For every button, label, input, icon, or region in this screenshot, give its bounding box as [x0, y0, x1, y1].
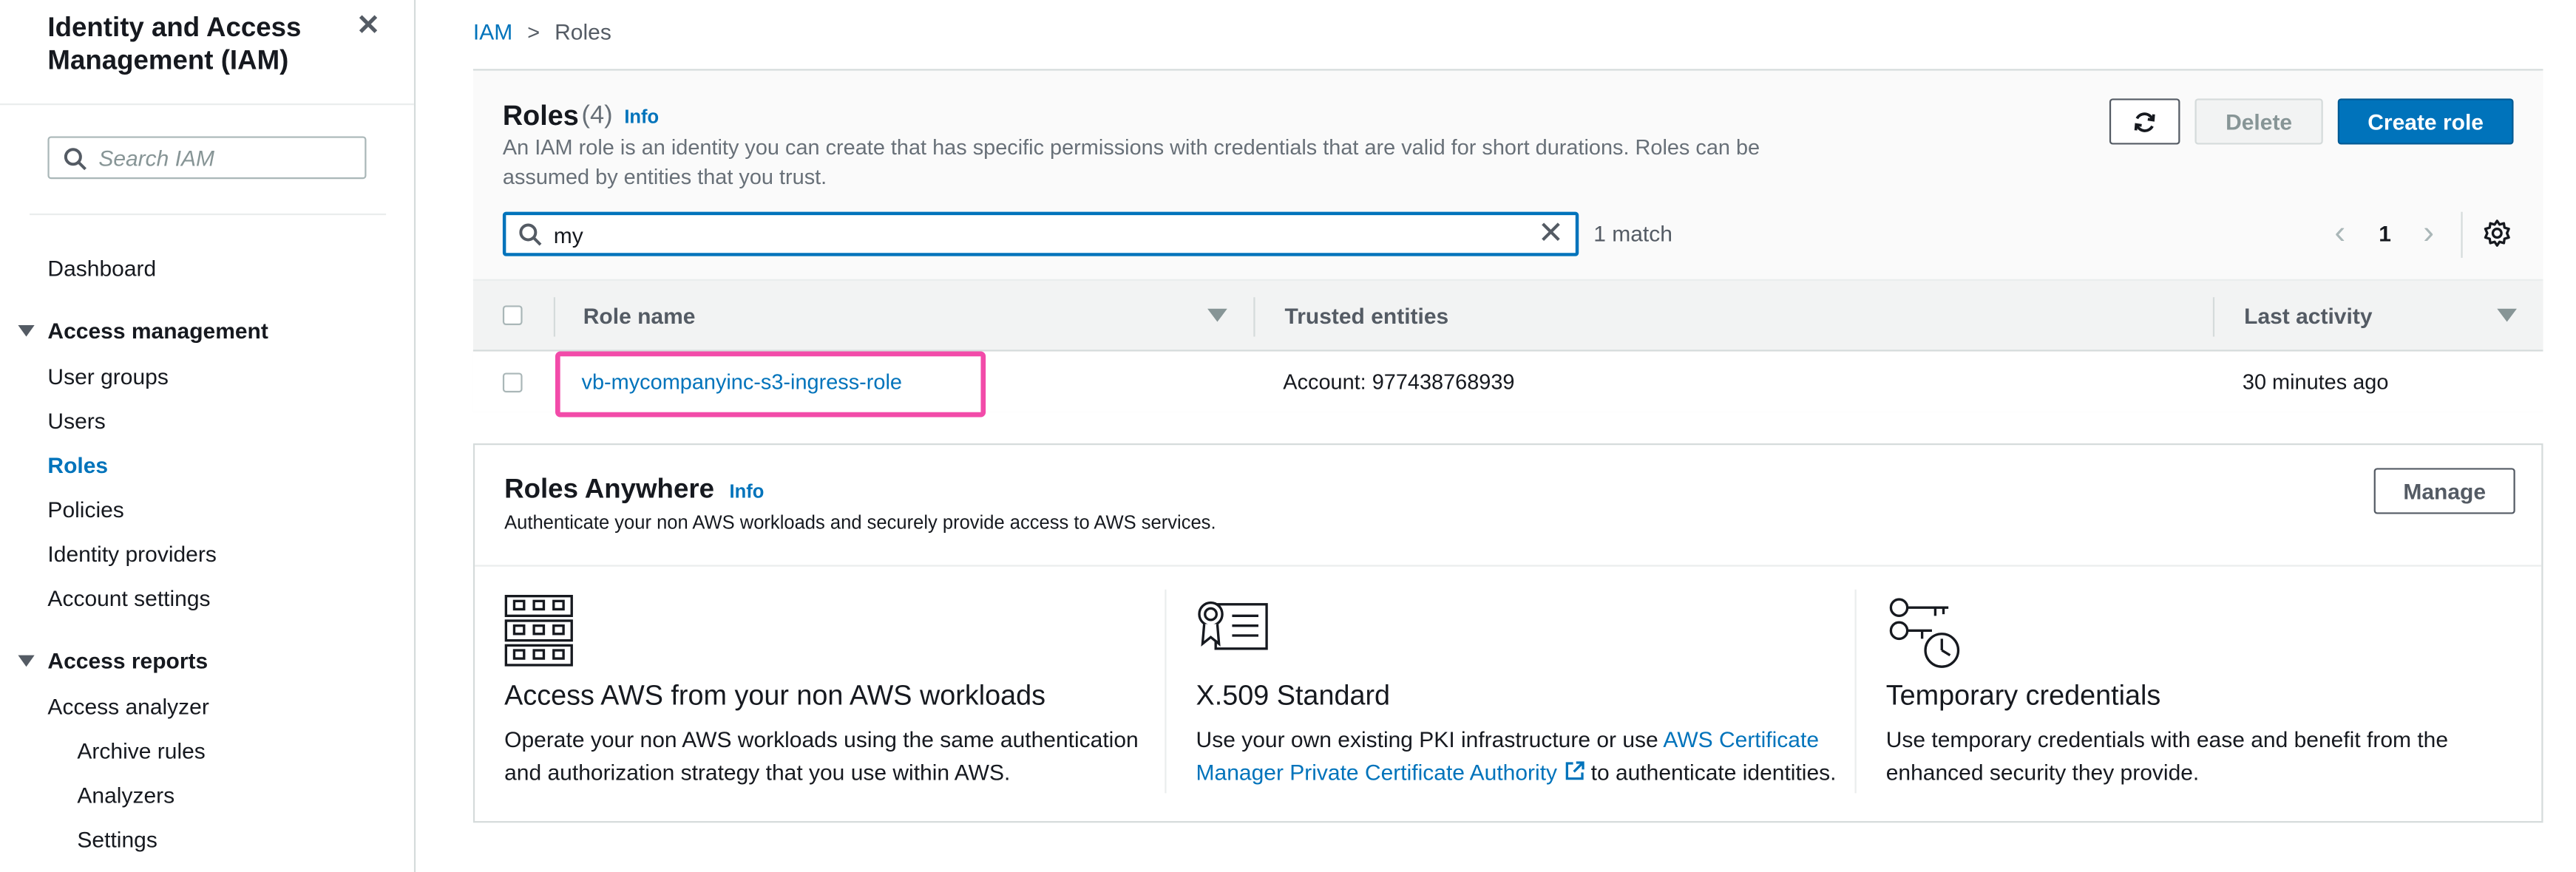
roles-anywhere-title: Roles Anywhere [504, 474, 715, 505]
page-number[interactable]: 1 [2379, 222, 2391, 246]
table-row: vb-mycompanyinc-s3-ingress-role Account:… [472, 351, 2543, 412]
sidebar-item-policies[interactable]: Policies [47, 497, 123, 522]
filter-input[interactable] [553, 219, 1507, 250]
sidebar-item-account-settings[interactable]: Account settings [47, 586, 210, 610]
feature-text: Operate your non AWS workloads using the… [504, 727, 1139, 786]
clear-filter-icon[interactable]: ✕ [1538, 219, 1564, 250]
create-role-button[interactable]: Create role [2337, 98, 2514, 145]
info-link[interactable]: Info [730, 483, 765, 503]
server-rack-icon [504, 594, 573, 667]
roles-filter[interactable]: ✕ [502, 211, 1579, 256]
divider [475, 565, 2542, 567]
roles-description: An IAM role is an identity you can creat… [502, 134, 1760, 189]
divider [29, 213, 387, 216]
next-page-icon[interactable]: › [2423, 215, 2434, 253]
sidebar-search-input[interactable] [98, 144, 353, 173]
keys-clock-icon [1889, 598, 1960, 668]
sidebar-item-identity-providers[interactable]: Identity providers [47, 542, 216, 566]
column-divider [2212, 297, 2215, 337]
sidebar-search[interactable] [47, 136, 367, 180]
previous-page-icon[interactable]: ‹ [2334, 215, 2345, 253]
sort-caret-icon[interactable] [1207, 308, 1227, 322]
chevron-right-icon: > [527, 19, 540, 44]
feature-card: Access AWS from your non AWS workloads O… [504, 590, 1194, 795]
divider [2461, 211, 2463, 258]
feature-text: Use temporary credentials with ease and … [1885, 727, 2449, 786]
breadcrumb-current: Roles [555, 19, 611, 44]
divider [0, 103, 414, 106]
sidebar-item-access-analyzer[interactable]: Access analyzer [47, 695, 209, 719]
close-icon[interactable]: ✕ [356, 10, 380, 42]
certificate-icon [1198, 601, 1268, 650]
select-all-checkbox[interactable] [502, 305, 523, 325]
delete-button[interactable]: Delete [2194, 98, 2323, 145]
last-activity-cell: 30 minutes ago [2242, 369, 2389, 395]
search-icon [519, 223, 542, 246]
sidebar-item-roles[interactable]: Roles [47, 453, 108, 477]
roles-anywhere-panel: Roles Anywhere Info Authenticate your no… [472, 443, 2543, 823]
sidebar-item-settings[interactable]: Settings [77, 828, 157, 852]
roles-count: (4) [581, 101, 613, 130]
info-link[interactable]: Info [624, 109, 659, 129]
column-last-activity[interactable]: Last activity [2244, 304, 2372, 328]
sidebar-item-analyzers[interactable]: Analyzers [77, 783, 174, 808]
manage-button[interactable]: Manage [2373, 468, 2515, 514]
row-checkbox[interactable] [502, 372, 523, 393]
sidebar: Identity and Access Management (IAM) ✕ D… [0, 0, 416, 872]
match-count: 1 match [1593, 221, 1672, 247]
section-label: Access reports [47, 648, 209, 674]
column-role-name[interactable]: Role name [583, 304, 696, 328]
feature-card: Temporary credentials Use temporary cred… [1886, 590, 2576, 795]
feature-text: Use your own existing PKI infrastructure… [1196, 724, 1854, 790]
role-name-link[interactable]: vb-mycompanyinc-s3-ingress-role [582, 369, 902, 394]
external-link-icon [1565, 761, 1584, 780]
feature-heading: Temporary credentials [1885, 679, 2161, 712]
breadcrumb: IAM > Roles [473, 20, 611, 44]
divider [1854, 589, 1857, 794]
sidebar-section-access-management[interactable]: Access management [18, 319, 268, 343]
sidebar-section-access-reports[interactable]: Access reports [18, 649, 208, 673]
sidebar-item-user-groups[interactable]: User groups [47, 364, 168, 389]
refresh-button[interactable] [2109, 98, 2180, 145]
caret-down-icon [18, 324, 35, 337]
divider [1165, 589, 1167, 794]
section-label: Access management [47, 319, 268, 344]
feature-text-after: to authenticate identities. [1584, 760, 1837, 786]
column-trusted-entities[interactable]: Trusted entities [1285, 304, 1449, 328]
search-icon [64, 148, 87, 171]
feature-heading: Access AWS from your non AWS workloads [504, 679, 1046, 712]
sidebar-title: Identity and Access Management (IAM) [47, 13, 302, 76]
gear-icon[interactable] [2482, 219, 2512, 248]
sort-caret-icon[interactable] [2497, 308, 2517, 322]
feature-card: X.509 Standard Use your own existing PKI… [1196, 590, 1886, 795]
sidebar-item-archive-rules[interactable]: Archive rules [77, 739, 205, 763]
roles-anywhere-description: Authenticate your non AWS workloads and … [504, 514, 1216, 534]
sidebar-item-users[interactable]: Users [47, 409, 105, 433]
feature-heading: X.509 Standard [1196, 679, 1391, 712]
refresh-icon [2134, 112, 2155, 132]
column-divider [553, 297, 556, 337]
caret-down-icon [18, 655, 35, 667]
page-title: Roles [502, 100, 579, 132]
breadcrumb-iam[interactable]: IAM [473, 20, 512, 44]
trusted-entities-cell: Account: 977438768939 [1283, 369, 1515, 395]
table-header: Role name Trusted entities Last activity [472, 279, 2543, 352]
roles-panel: Roles (4) Info An IAM role is an identit… [472, 70, 2543, 418]
column-divider [1253, 297, 1255, 337]
sidebar-item-dashboard[interactable]: Dashboard [47, 256, 156, 281]
feature-text-before: Use your own existing PKI infrastructure… [1196, 727, 1664, 752]
